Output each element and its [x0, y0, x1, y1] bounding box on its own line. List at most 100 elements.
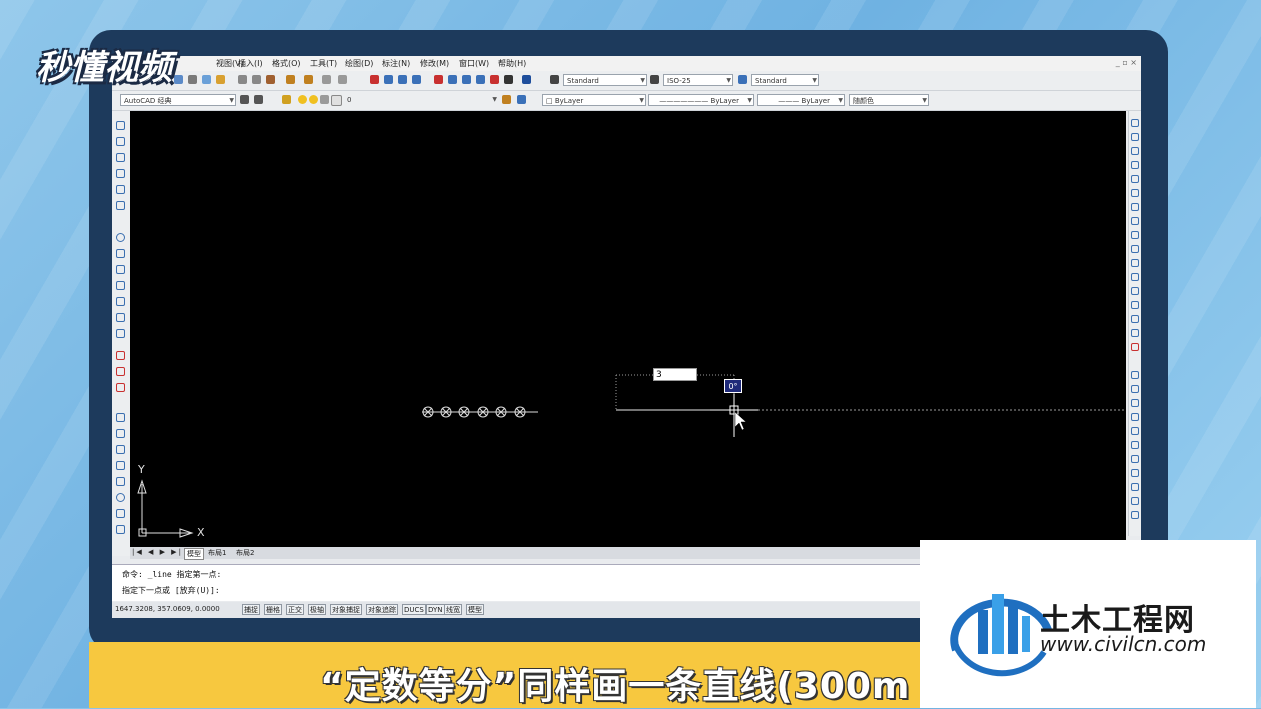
osnap-midpoint-icon[interactable] [1131, 385, 1139, 393]
pan-icon[interactable] [370, 75, 379, 84]
ellipse-arc-icon[interactable] [116, 297, 125, 306]
line-tool-icon[interactable] [116, 121, 125, 130]
dim-style-select[interactable]: ISO-25 ▼ [663, 74, 733, 86]
preview-icon[interactable] [202, 75, 211, 84]
scale-icon[interactable] [1131, 217, 1139, 225]
tab-layout1[interactable]: 布局1 [208, 548, 226, 558]
osnap-tangent-icon[interactable] [1131, 441, 1139, 449]
ducs-toggle[interactable]: DUCS [402, 604, 426, 615]
rectangle-icon[interactable] [116, 185, 125, 194]
leader-icon[interactable] [116, 525, 125, 534]
dyn-toggle[interactable]: DYN [426, 604, 445, 615]
osnap-intersection-icon[interactable] [1131, 399, 1139, 407]
osnap-settings-icon[interactable] [1131, 511, 1139, 519]
explode-icon[interactable] [1131, 343, 1139, 351]
layer-select[interactable]: 0 ▼ [344, 94, 498, 106]
menu-help[interactable]: 帮助(H) [498, 58, 526, 69]
tab-layout2[interactable]: 布局2 [236, 548, 254, 558]
tab-model[interactable]: 模型 [184, 548, 204, 560]
extend-icon[interactable] [1131, 259, 1139, 267]
text-style-select[interactable]: Standard ▼ [563, 74, 647, 86]
construction-line-icon[interactable] [116, 137, 125, 146]
rotate-icon[interactable] [1131, 203, 1139, 211]
publish-icon[interactable] [216, 75, 225, 84]
plotstyle-select[interactable]: 随颜色 ▼ [849, 94, 929, 106]
mirror-icon[interactable] [1131, 147, 1139, 155]
grid-toggle[interactable]: 栅格 [264, 604, 282, 615]
layer-previous-icon[interactable] [517, 95, 526, 104]
osnap-node-icon[interactable] [1131, 469, 1139, 477]
offset-icon[interactable] [1131, 161, 1139, 169]
redo-icon[interactable] [338, 75, 347, 84]
sheet-set-icon[interactable] [476, 75, 485, 84]
region-icon[interactable] [116, 383, 125, 392]
ellipse-icon[interactable] [116, 281, 125, 290]
break-icon[interactable] [1131, 287, 1139, 295]
copy-icon[interactable] [252, 75, 261, 84]
insert-block-icon[interactable] [116, 313, 125, 322]
tab-nav-arrows[interactable]: |◀ ◀ ▶ ▶| [132, 548, 183, 556]
table-icon[interactable] [116, 413, 125, 422]
dim-diameter-icon[interactable] [116, 493, 125, 502]
point-icon[interactable] [116, 329, 125, 338]
layer-on-icon[interactable] [298, 95, 307, 104]
undo-icon[interactable] [322, 75, 331, 84]
layer-lock-icon[interactable] [320, 95, 329, 104]
zoom-previous-icon[interactable] [412, 75, 421, 84]
fillet-icon[interactable] [1131, 329, 1139, 337]
lineweight-select[interactable]: ——— ByLayer ▼ [757, 94, 845, 106]
calculator-icon[interactable] [504, 75, 513, 84]
menu-modify[interactable]: 修改(M) [420, 58, 449, 69]
osnap-quadrant-icon[interactable] [1131, 427, 1139, 435]
osnap-toggle[interactable]: 对象捕捉 [330, 604, 362, 615]
osnap-none-icon[interactable] [1131, 497, 1139, 505]
polygon-icon[interactable] [116, 169, 125, 178]
command-prompt-line[interactable]: 指定下一点或 [放弃(U)]: [122, 585, 220, 596]
tool-palettes-icon[interactable] [462, 75, 471, 84]
spline-icon[interactable] [116, 265, 125, 274]
dim-angular-icon[interactable] [116, 509, 125, 518]
otrack-toggle[interactable]: 对象追踪 [366, 604, 398, 615]
arc-icon[interactable] [116, 201, 125, 210]
erase-icon[interactable] [1131, 119, 1139, 127]
workspace-save-icon[interactable] [254, 95, 263, 104]
menu-insert[interactable]: 插入(I) [238, 58, 263, 69]
cut-icon[interactable] [238, 75, 247, 84]
dynamic-input-field[interactable]: 3 [653, 368, 697, 381]
mtext-icon[interactable] [116, 429, 125, 438]
window-controls[interactable]: _ ▫ × [1116, 58, 1137, 67]
model-toggle[interactable]: 模型 [466, 604, 484, 615]
save-icon[interactable] [174, 75, 183, 84]
osnap-nearest-icon[interactable] [1131, 483, 1139, 491]
stretch-icon[interactable] [1131, 231, 1139, 239]
menu-draw[interactable]: 绘图(D) [345, 58, 373, 69]
join-icon[interactable] [1131, 301, 1139, 309]
layer-color-icon[interactable] [331, 95, 342, 106]
linetype-select[interactable]: ——————— ByLayer ▼ [648, 94, 754, 106]
snap-toggle[interactable]: 捕捉 [242, 604, 260, 615]
properties-icon[interactable] [434, 75, 443, 84]
make-layer-current-icon[interactable] [502, 95, 511, 104]
osnap-perpendicular-icon[interactable] [1131, 455, 1139, 463]
markup-icon[interactable] [490, 75, 499, 84]
block-editor-icon[interactable] [304, 75, 313, 84]
menu-tools[interactable]: 工具(T) [310, 58, 337, 69]
help-icon[interactable] [522, 75, 531, 84]
ortho-toggle[interactable]: 正交 [286, 604, 304, 615]
layer-freeze-icon[interactable] [309, 95, 318, 104]
color-select[interactable]: □ ByLayer ▼ [542, 94, 646, 106]
match-properties-icon[interactable] [286, 75, 295, 84]
array-icon[interactable] [1131, 175, 1139, 183]
zoom-window-icon[interactable] [398, 75, 407, 84]
osnap-center-icon[interactable] [1131, 413, 1139, 421]
gradient-icon[interactable] [116, 367, 125, 376]
polyline-icon[interactable] [116, 153, 125, 162]
osnap-endpoint-icon[interactable] [1131, 371, 1139, 379]
menu-window[interactable]: 窗口(W) [459, 58, 489, 69]
dim-radius-icon[interactable] [116, 477, 125, 486]
print-icon[interactable] [188, 75, 197, 84]
revision-cloud-icon[interactable] [116, 249, 125, 258]
hatch-icon[interactable] [116, 351, 125, 360]
design-center-icon[interactable] [448, 75, 457, 84]
table-style-select[interactable]: Standard ▼ [751, 74, 819, 86]
